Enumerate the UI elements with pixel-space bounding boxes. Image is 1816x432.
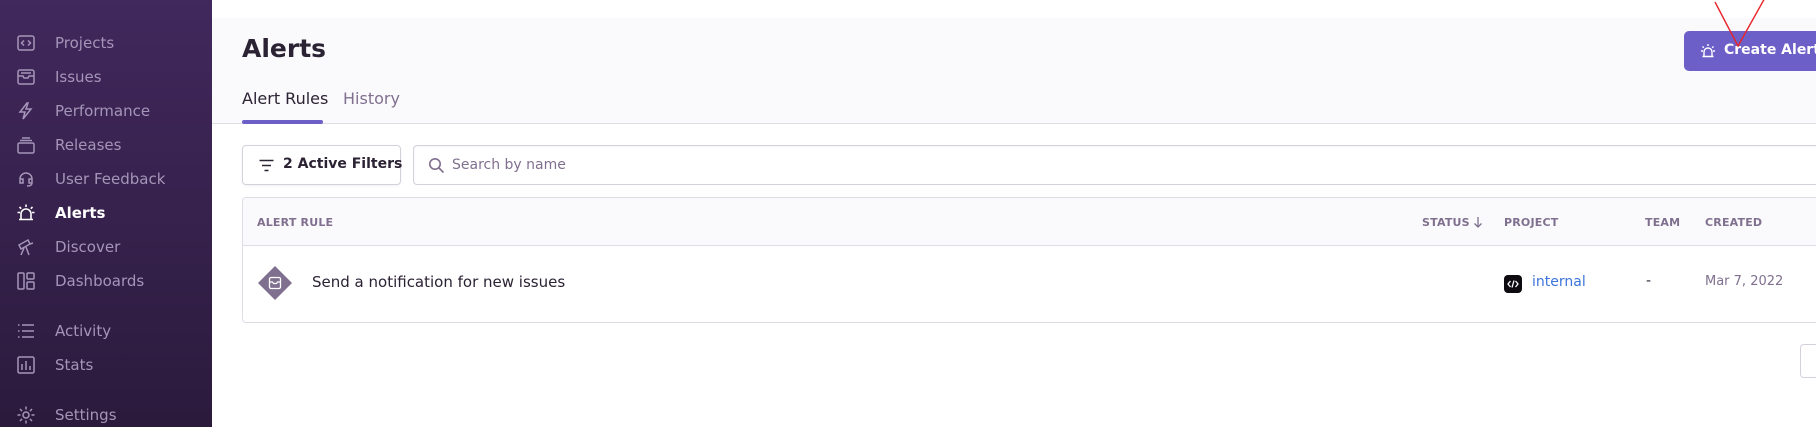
sort-down-icon [1473, 216, 1483, 228]
issues-icon [16, 67, 36, 87]
sidebar-item-label: Alerts [55, 204, 106, 222]
sidebar-item-label: User Feedback [55, 170, 166, 188]
tab-history[interactable]: History [343, 89, 400, 108]
activity-icon [16, 321, 36, 341]
page-header: Alerts Create Alert Alert Rules History [212, 18, 1816, 124]
sidebar-item-activity[interactable]: Activity [0, 314, 212, 348]
projects-icon [16, 33, 36, 53]
column-header-alert-rule: ALERT RULE [257, 216, 334, 229]
sidebar-item-performance[interactable]: Performance [0, 94, 212, 128]
sidebar-item-discover[interactable]: Discover [0, 230, 212, 264]
discover-icon [16, 237, 36, 257]
dashboards-icon [16, 271, 36, 291]
table-row: Send a notification for new issues inter… [243, 246, 1816, 322]
sidebar-item-label: Issues [55, 68, 102, 86]
sidebar-item-releases[interactable]: Releases [0, 128, 212, 162]
active-tab-indicator [242, 120, 323, 124]
user-feedback-icon [16, 169, 36, 189]
active-filters-label: 2 Active Filters [283, 156, 403, 172]
search-input[interactable] [452, 154, 1752, 176]
sidebar-item-stats[interactable]: Stats [0, 348, 212, 382]
sidebar-item-label: Performance [55, 102, 151, 120]
sidebar-item-label: Releases [55, 136, 122, 154]
issue-alert-icon [257, 265, 293, 301]
created-date: Mar 7, 2022 [1705, 274, 1784, 289]
sidebar-item-label: Activity [55, 322, 112, 340]
settings-icon [16, 405, 36, 425]
sidebar-item-label: Settings [55, 406, 117, 424]
column-header-created: CREATED [1705, 216, 1763, 229]
filter-icon [258, 157, 275, 174]
tab-alert-rules[interactable]: Alert Rules [242, 89, 328, 108]
project-platform-icon [1504, 275, 1522, 293]
sidebar-item-projects[interactable]: Projects [0, 26, 212, 60]
performance-icon [16, 101, 36, 121]
alert-rule-name-link[interactable]: Send a notification for new issues [312, 273, 565, 291]
table-header: ALERT RULE STATUS PROJECT TEAM CREATED [243, 198, 1816, 246]
search-box [413, 145, 1816, 185]
sidebar-item-label: Stats [55, 356, 94, 374]
project-link[interactable]: internal [1532, 274, 1586, 290]
create-alert-label: Create Alert [1724, 42, 1816, 58]
page-title: Alerts [242, 34, 327, 63]
column-header-status[interactable]: STATUS [1422, 216, 1483, 229]
pagination-button[interactable] [1800, 344, 1816, 378]
team-value: - [1646, 273, 1652, 289]
sidebar-item-label: Discover [55, 238, 121, 256]
column-header-status-label: STATUS [1422, 216, 1470, 229]
alert-rules-table: ALERT RULE STATUS PROJECT TEAM CREATED S… [242, 197, 1816, 323]
sidebar-item-issues[interactable]: Issues [0, 60, 212, 94]
column-header-team: TEAM [1645, 216, 1681, 229]
column-header-project: PROJECT [1504, 216, 1559, 229]
stats-icon [16, 355, 36, 375]
sidebar-item-alerts[interactable]: Alerts [0, 196, 212, 230]
search-icon [428, 157, 445, 174]
alerts-icon [16, 203, 36, 223]
sidebar-item-dashboards[interactable]: Dashboards [0, 264, 212, 298]
active-filters-button[interactable]: 2 Active Filters [242, 145, 403, 185]
sidebar-item-user-feedback[interactable]: User Feedback [0, 162, 212, 196]
siren-icon [1700, 43, 1716, 59]
create-alert-button[interactable]: Create Alert [1684, 31, 1816, 71]
sidebar-item-label: Dashboards [55, 272, 145, 290]
main-content: Alerts Create Alert Alert Rules History … [212, 0, 1816, 427]
releases-icon [16, 135, 36, 155]
sidebar: Projects Issues Performance Releases Use… [0, 0, 212, 427]
sidebar-item-label: Projects [55, 34, 115, 52]
